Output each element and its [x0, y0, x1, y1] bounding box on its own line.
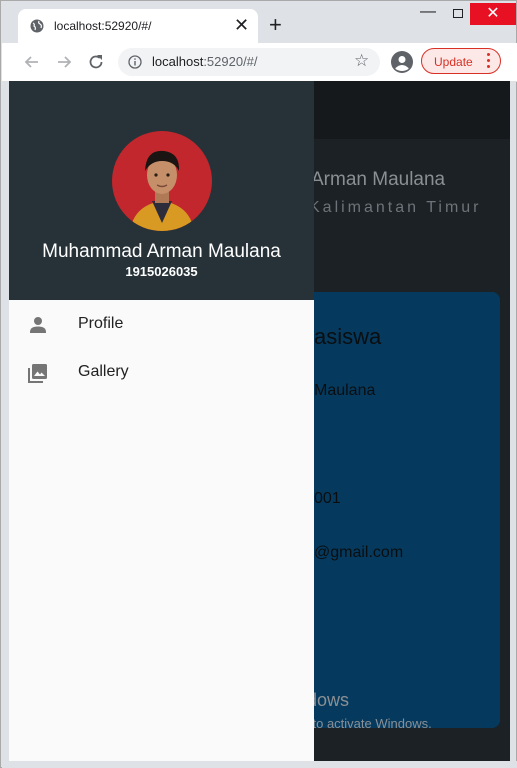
person-icon [30, 317, 46, 333]
avatar [112, 131, 212, 231]
close-icon[interactable]: ✕ [234, 16, 249, 34]
plus-icon[interactable]: + [269, 14, 282, 36]
card-line: 001 [314, 490, 341, 507]
card-line: @gmail.com [314, 544, 404, 561]
update-label: Update [434, 55, 473, 69]
globe-icon [30, 19, 44, 33]
drawer-header: Muhammad Arman Maulana 1915026035 [9, 81, 314, 300]
update-button[interactable]: Update [421, 48, 501, 74]
back-icon[interactable] [22, 52, 42, 72]
drawer-item-label: Profile [78, 315, 124, 332]
background-profile-subtitle: Kalimantan Timur [309, 199, 482, 216]
reload-icon[interactable] [86, 52, 106, 72]
browser-tab[interactable]: localhost:52920/#/ ✕ [18, 9, 258, 43]
window-close-icon[interactable]: ✕ [470, 3, 516, 25]
browser-window: localhost:52920/#/ ✕ + — ✕ localhost:529… [0, 0, 517, 768]
browser-toolbar: localhost:52920/#/ ☆ Update [2, 43, 517, 82]
drawer-student-id: 1915026035 [125, 264, 198, 279]
info-icon[interactable] [128, 55, 142, 69]
minimize-icon[interactable]: — [413, 3, 443, 25]
maximize-icon[interactable] [443, 3, 473, 25]
url-text: localhost:52920/#/ [152, 54, 258, 69]
drawer-user-name: Muhammad Arman Maulana [42, 241, 281, 262]
background-profile-name: Arman Maulana [311, 169, 446, 190]
drawer-item-label: Gallery [78, 363, 129, 380]
profile-icon[interactable] [391, 51, 413, 73]
star-icon[interactable]: ☆ [354, 51, 369, 71]
navigation-drawer: Muhammad Arman Maulana 1915026035 Profil… [9, 81, 314, 761]
page-viewport: Arman Maulana Kalimantan Timur asiswa Ma… [9, 81, 510, 761]
photo-library-icon [28, 364, 47, 383]
drawer-item-profile[interactable]: Profile [9, 300, 314, 348]
tab-title: localhost:52920/#/ [54, 19, 152, 33]
tab-strip: localhost:52920/#/ ✕ + — ✕ [1, 1, 516, 43]
window-bottom-border [2, 761, 517, 768]
card-title: asiswa [314, 324, 382, 349]
card-line: Maulana [314, 382, 376, 399]
drawer-item-gallery[interactable]: Gallery [9, 348, 314, 396]
kebab-menu-icon [487, 53, 491, 71]
address-bar[interactable]: localhost:52920/#/ ☆ [118, 48, 380, 76]
forward-icon[interactable] [54, 52, 74, 72]
